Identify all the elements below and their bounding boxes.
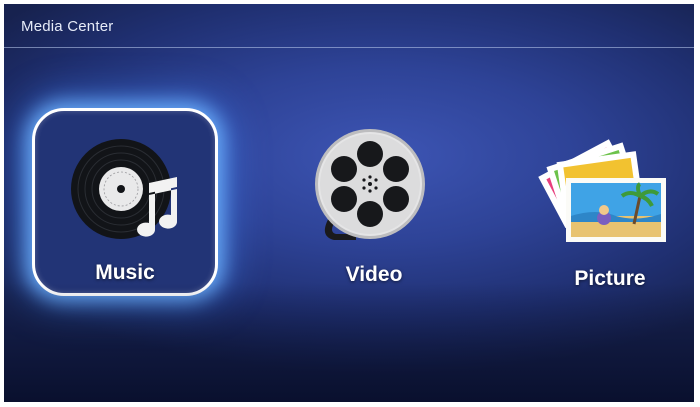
header-divider xyxy=(4,47,694,48)
video-label: Video xyxy=(345,263,403,286)
vinyl-record-note-icon xyxy=(71,139,178,239)
film-reel-icon xyxy=(315,129,425,240)
media-center-screen: Media Center Music Video Picture xyxy=(4,4,694,402)
photo-stack-icon xyxy=(538,139,666,242)
picture-label: Picture xyxy=(574,267,646,290)
picture-tile[interactable]: Picture xyxy=(530,122,690,302)
page-title: Media Center xyxy=(21,18,114,35)
video-tile[interactable]: Video xyxy=(294,116,454,296)
music-tile[interactable]: Music xyxy=(32,108,218,296)
music-label: Music xyxy=(95,261,155,284)
